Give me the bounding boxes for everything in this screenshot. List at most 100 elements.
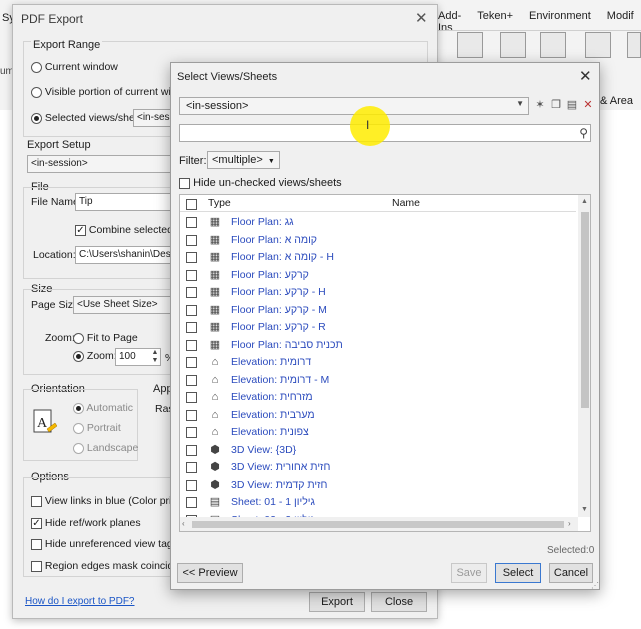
close-icon[interactable]: ✕ <box>415 9 428 27</box>
rename-set-icon[interactable]: ▤ <box>565 98 579 113</box>
checkbox[interactable] <box>31 560 42 572</box>
fit-to-page-option[interactable]: Fit to Page <box>73 332 138 344</box>
row-checkbox[interactable] <box>186 287 197 298</box>
checkbox-checked[interactable]: ✓ <box>31 517 42 529</box>
zoom-option[interactable]: Zoom: <box>73 350 117 362</box>
list-item[interactable]: ▦ Floor Plan: קומה א <box>180 232 576 250</box>
vertical-scroll-thumb[interactable] <box>581 212 589 408</box>
list-item[interactable]: ▦ Floor Plan: תכנית סביבה <box>180 337 576 355</box>
row-checkbox[interactable] <box>186 357 197 368</box>
list-item[interactable]: ⌂ Elevation: מערבית <box>180 407 576 425</box>
ribbon-tab-modify[interactable]: Modif <box>599 10 641 30</box>
close-button[interactable]: Close <box>371 592 427 612</box>
portrait-option[interactable]: Portrait <box>73 422 121 434</box>
list-item[interactable]: ⬢ 3D View: חזית אחורית <box>180 459 576 477</box>
help-link[interactable]: How do I export to PDF? <box>25 596 135 607</box>
preview-button[interactable]: << Preview <box>177 563 243 583</box>
search-icon[interactable]: ⚲ <box>579 126 588 140</box>
close-icon[interactable]: ✕ <box>579 67 592 85</box>
export-button[interactable]: Export <box>309 592 365 612</box>
list-item[interactable]: ⌂ Elevation: מזרחית <box>180 389 576 407</box>
list-item[interactable]: ▦ Floor Plan: קרקע - R <box>180 319 576 337</box>
scroll-down-icon[interactable]: ▼ <box>581 506 588 513</box>
ribbon-tab-teken[interactable]: Teken+ <box>469 10 521 30</box>
duplicate-set-icon[interactable]: ❐ <box>549 98 563 113</box>
radio-button[interactable] <box>31 86 42 98</box>
new-set-icon[interactable]: ✶ <box>533 98 547 113</box>
ribbon-tool-icon[interactable] <box>627 32 641 58</box>
selected-views-option[interactable]: Selected views/sheets <box>31 112 149 124</box>
scroll-right-icon[interactable]: › <box>568 519 571 528</box>
row-checkbox[interactable] <box>186 304 197 316</box>
export-range-title: Export Range <box>31 39 103 51</box>
list-item[interactable]: ⌂ Elevation: דרומית - M <box>180 372 576 390</box>
list-item[interactable]: ▦ Floor Plan: קרקע <box>180 267 576 285</box>
views-list: Type Name ▦ Floor Plan: גג ▦ Floor Plan: קו… <box>179 194 591 532</box>
ribbon-tool-icon[interactable] <box>457 32 483 58</box>
file-name-input[interactable]: Tip <box>75 193 175 211</box>
row-checkbox[interactable] <box>186 409 197 421</box>
ribbon-tool-icon[interactable] <box>585 32 611 58</box>
checkbox[interactable] <box>31 495 42 507</box>
name-column-header[interactable]: Name <box>392 197 420 209</box>
row-checkbox[interactable] <box>186 444 197 456</box>
save-button[interactable]: Save <box>451 563 487 583</box>
row-checkbox[interactable] <box>186 339 197 351</box>
row-checkbox[interactable] <box>186 322 197 333</box>
list-item[interactable]: ⌂ Elevation: דרומית <box>180 354 576 372</box>
selected-set-dropdown[interactable]: <in-sess <box>133 109 173 127</box>
row-checkbox[interactable] <box>186 252 197 263</box>
type-column-header[interactable]: Type <box>208 197 231 209</box>
list-item[interactable]: ▦ Floor Plan: קומה א - H <box>180 249 576 267</box>
export-setup-dropdown[interactable]: <in-session> <box>27 155 172 173</box>
radio-button-disabled[interactable] <box>73 442 84 454</box>
resize-grip-icon[interactable]: ⋰ <box>591 581 599 590</box>
row-label: Floor Plan: קומה א - H <box>231 251 334 263</box>
ribbon-tool-icon[interactable] <box>540 32 566 58</box>
radio-button[interactable] <box>31 61 42 73</box>
list-item[interactable]: ▦ Floor Plan: קרקע - M <box>180 302 576 320</box>
row-checkbox[interactable] <box>186 217 197 228</box>
row-checkbox[interactable] <box>186 234 197 246</box>
row-checkbox[interactable] <box>186 269 197 281</box>
hide-unref-option[interactable]: Hide unreferenced view tags <box>31 538 178 550</box>
radio-button-disabled[interactable] <box>73 402 84 414</box>
select-all-checkbox[interactable] <box>186 198 197 210</box>
ribbon-tool-icon[interactable] <box>500 32 526 58</box>
list-item[interactable]: ▤ Sheet: 01 - גיליון 1 <box>180 494 576 512</box>
scroll-up-icon[interactable]: ▲ <box>581 198 588 205</box>
zoom-spinner-icon[interactable]: ▲ ▼ <box>150 349 160 365</box>
list-item[interactable]: ⬢ 3D View: {3D} <box>180 442 576 460</box>
location-input[interactable]: C:\Users\shanin\Desktop <box>75 246 175 264</box>
checkbox[interactable] <box>31 538 42 550</box>
checkbox-checked[interactable]: ✓ <box>75 224 86 236</box>
select-button[interactable]: Select <box>495 563 541 583</box>
list-item[interactable]: ⬢ 3D View: חזית קדמית <box>180 477 576 495</box>
automatic-option[interactable]: Automatic <box>73 402 133 414</box>
row-checkbox[interactable] <box>186 427 197 438</box>
row-checkbox[interactable] <box>186 462 197 473</box>
row-checkbox[interactable] <box>186 374 197 386</box>
radio-button-selected[interactable] <box>31 112 42 124</box>
hide-ref-option[interactable]: ✓ Hide ref/work planes <box>31 517 141 529</box>
radio-button-disabled[interactable] <box>73 422 84 434</box>
landscape-option[interactable]: Landscape <box>73 442 138 454</box>
horizontal-scroll-thumb[interactable] <box>192 521 564 528</box>
delete-set-icon[interactable]: ✕ <box>581 98 595 113</box>
checkbox[interactable] <box>179 177 190 189</box>
radio-button-selected[interactable] <box>73 350 84 362</box>
cancel-button[interactable]: Cancel <box>549 563 593 583</box>
row-checkbox[interactable] <box>186 479 197 491</box>
current-window-option[interactable]: Current window <box>31 61 118 73</box>
filter-dropdown[interactable]: <multiple> ▼ <box>207 151 280 169</box>
list-item[interactable]: ⌂ Elevation: צפונית <box>180 424 576 442</box>
row-checkbox[interactable] <box>186 497 197 508</box>
list-item[interactable]: ▦ Floor Plan: גג <box>180 214 576 232</box>
ribbon-tab-environment[interactable]: Environment <box>521 10 599 30</box>
scroll-left-icon[interactable]: ‹ <box>182 519 185 528</box>
row-checkbox[interactable] <box>186 392 197 403</box>
hide-unchecked-option[interactable]: Hide un-checked views/sheets <box>179 177 342 189</box>
page-size-dropdown[interactable]: <Use Sheet Size> <box>73 296 173 314</box>
list-item[interactable]: ▦ Floor Plan: קרקע - H <box>180 284 576 302</box>
radio-button[interactable] <box>73 332 84 344</box>
